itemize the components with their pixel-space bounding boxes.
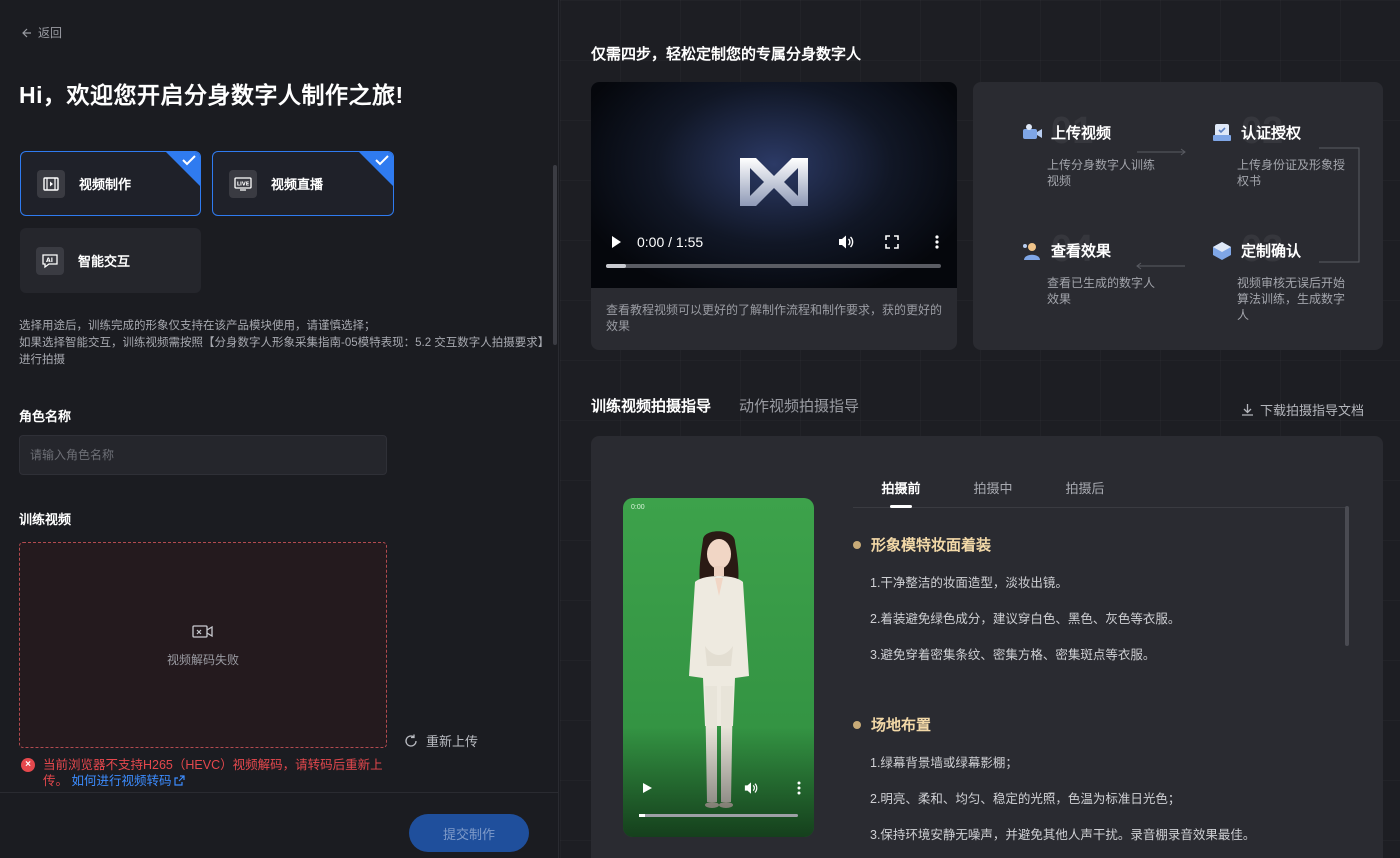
arrow-left-icon — [22, 28, 31, 37]
left-scrollbar[interactable] — [553, 165, 557, 345]
error-icon: × — [21, 758, 35, 772]
more-options-icon[interactable] — [797, 781, 801, 795]
error-message: × 当前浏览器不支持H265（HEVC）视频解码，请转码后重新上传。 如何进行视… — [21, 757, 391, 789]
decode-fail-text: 视频解码失败 — [166, 652, 239, 667]
guide-panel: 0:00 拍摄前 拍摄中 拍摄后 形象模特妆面着装 1.干净整洁的妆面造型，淡妆… — [591, 436, 1383, 858]
refresh-icon — [405, 734, 417, 747]
purpose-card-label: 视频制作 — [79, 177, 132, 192]
video-upload-area[interactable]: 视频解码失败 — [19, 542, 387, 748]
video-controls: 0:00 / 1:55 — [609, 232, 943, 252]
right-panel: 仅需四步，轻松定制您的专属分身数字人 0:00 / 1:55 查看教程视频可以更… — [560, 0, 1400, 858]
external-link-icon — [173, 775, 185, 786]
steps-title: 仅需四步，轻松定制您的专属分身数字人 — [591, 46, 862, 63]
download-guide-button[interactable]: 下载拍摄指导文档 — [1241, 400, 1364, 419]
tab-before-shooting[interactable]: 拍摄前 — [853, 478, 945, 508]
ai-chat-icon: AI — [36, 246, 64, 275]
sample-video-controls — [641, 781, 801, 795]
purpose-hint: 选择用途后，训练完成的形象仅支持在该产品模块使用，请谨慎选择； 如果选择智能交互… — [19, 318, 554, 369]
section-title-venue: 场地布置 — [853, 714, 931, 735]
sample-video-time: 0:00 — [631, 504, 645, 511]
video-time: 0:00 / 1:55 — [637, 234, 704, 250]
rule-item: 3.保持环境安静无噪声，并避免其他人声干扰。录音棚录音效果最佳。 — [870, 828, 1256, 842]
video-progress-bar[interactable] — [606, 264, 941, 268]
download-guide-label: 下载拍摄指导文档 — [1259, 403, 1364, 418]
check-icon — [375, 155, 389, 166]
role-name-input[interactable] — [19, 435, 387, 475]
rule-item: 2.明亮、柔和、均匀、稳定的光照，色温为标准日光色； — [870, 792, 1181, 806]
page-title: Hi，欢迎您开启分身数字人制作之旅! — [19, 82, 404, 108]
download-icon — [1241, 404, 1253, 416]
role-name-label: 角色名称 — [19, 409, 72, 424]
volume-icon[interactable] — [837, 234, 855, 250]
app-root: 返回 Hi，欢迎您开启分身数字人制作之旅! 视频制作 LIVE 视频直播 AI … — [0, 0, 1400, 858]
fullscreen-icon[interactable] — [885, 235, 899, 249]
submit-button[interactable]: 提交制作 — [409, 814, 529, 852]
rule-item: 1.干净整洁的妆面造型，淡妆出镜。 — [870, 576, 1068, 590]
tab-motion-video-guide[interactable]: 动作视频拍摄指导 — [739, 395, 859, 416]
back-link[interactable]: 返回 — [20, 24, 62, 41]
video-description: 查看教程视频可以更好的了解制作流程和制作要求，获的更好的效果 — [606, 303, 943, 333]
rule-item: 3.避免穿着密集条纹、密集方格、密集斑点等衣服。 — [870, 648, 1156, 662]
svg-text:AI: AI — [46, 257, 53, 264]
video-progress-fill — [606, 264, 627, 268]
purpose-card-interaction[interactable]: AI 智能交互 — [20, 228, 201, 293]
rule-item: 1.绿幕背景墙或绿幕影棚； — [870, 756, 1018, 770]
back-label: 返回 — [38, 26, 63, 40]
tutorial-video[interactable]: 0:00 / 1:55 — [591, 82, 957, 288]
reupload-button[interactable]: 重新上传 — [404, 731, 478, 750]
training-video-label: 训练视频 — [19, 512, 72, 527]
sample-video[interactable]: 0:00 — [623, 498, 814, 837]
video-error-icon — [192, 624, 213, 638]
check-icon — [182, 155, 196, 166]
transcode-help-link[interactable]: 如何进行视频转码 — [72, 774, 185, 788]
tab-during-shooting[interactable]: 拍摄中 — [945, 478, 1037, 507]
purpose-card-label: 视频直播 — [271, 177, 324, 192]
sample-video-progress-fill — [639, 814, 645, 817]
section-title-makeup: 形象模特妆面着装 — [853, 534, 991, 555]
film-icon — [37, 169, 65, 198]
hint-line-1: 选择用途后，训练完成的形象仅支持在该产品模块使用，请谨慎选择； — [19, 320, 376, 332]
play-icon[interactable] — [641, 782, 653, 794]
guide-tabs: 训练视频拍摄指导 动作视频拍摄指导 — [591, 395, 859, 416]
more-options-icon[interactable] — [935, 235, 939, 249]
guide-scrollbar[interactable] — [1345, 506, 1349, 646]
section-bullet — [853, 720, 861, 729]
left-panel: 返回 Hi，欢迎您开启分身数字人制作之旅! 视频制作 LIVE 视频直播 AI … — [0, 0, 559, 858]
tab-training-video-guide[interactable]: 训练视频拍摄指导 — [591, 395, 711, 416]
rule-item: 2.着装避免绿色成分，建议穿白色、黑色、灰色等衣服。 — [870, 612, 1181, 626]
play-icon[interactable] — [609, 235, 623, 249]
brand-logo-icon — [740, 158, 808, 206]
live-icon: LIVE — [229, 169, 257, 198]
sample-video-progress[interactable] — [639, 814, 798, 817]
steps-card: 01 上传视频 上传分身数字人训练视频 02 认证授权 上传身份证及形象授权书 … — [973, 82, 1383, 350]
volume-icon[interactable] — [743, 781, 759, 795]
purpose-card-label: 智能交互 — [78, 254, 131, 269]
purpose-card-live[interactable]: LIVE 视频直播 — [212, 151, 394, 216]
svg-text:LIVE: LIVE — [237, 181, 250, 187]
tab-after-shooting[interactable]: 拍摄后 — [1037, 478, 1129, 507]
shooting-phase-tabs: 拍摄前 拍摄中 拍摄后 — [853, 478, 1348, 508]
footer-divider — [0, 792, 559, 793]
tutorial-video-card: 0:00 / 1:55 查看教程视频可以更好的了解制作流程和制作要求，获的更好的… — [591, 82, 957, 350]
hint-line-2: 如果选择智能交互，训练视频需按照【分身数字人形象采集指南-05模特表现：5.2 … — [19, 337, 550, 366]
step-connectors — [1136, 147, 1360, 270]
reupload-label: 重新上传 — [426, 734, 479, 749]
purpose-card-video[interactable]: 视频制作 — [20, 151, 201, 216]
section-bullet — [853, 540, 861, 549]
